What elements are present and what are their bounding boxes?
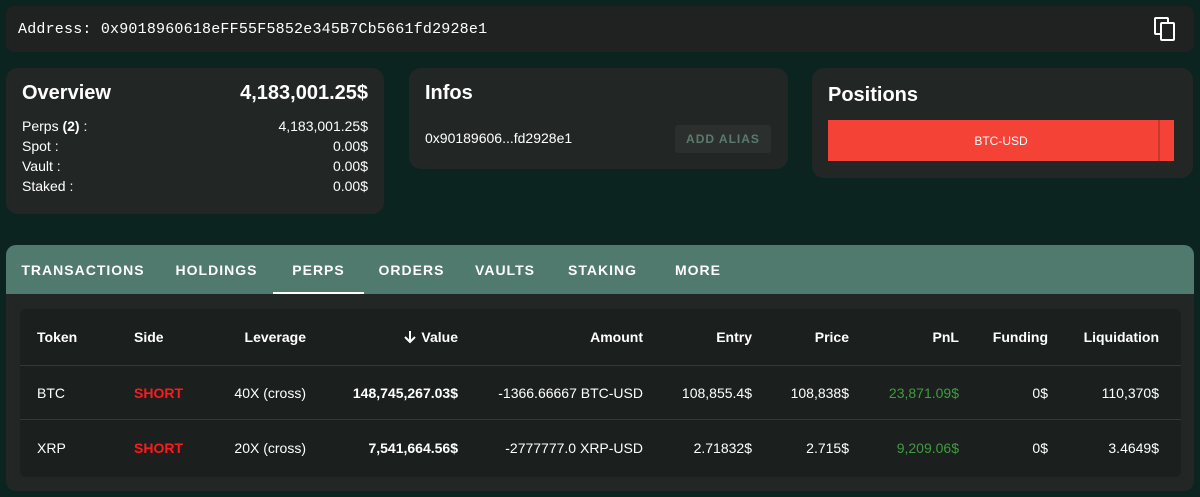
header-pnl[interactable]: PnL bbox=[860, 309, 959, 365]
table-row: BTC SHORT 40X (cross) 148,745,267.03$ -1… bbox=[20, 367, 1181, 420]
active-tab-indicator bbox=[273, 292, 364, 294]
overview-row-value: 0.00$ bbox=[332, 178, 368, 194]
cell-amount: -1366.66667 BTC-USD bbox=[498, 385, 643, 401]
cell-side: SHORT bbox=[134, 439, 183, 456]
tab-perps[interactable]: PERPS bbox=[273, 245, 364, 294]
tab-staking[interactable]: STAKING bbox=[551, 245, 654, 294]
overview-row-value: 4,183,001.25$ bbox=[278, 118, 368, 134]
overview-total: 4,183,001.25$ bbox=[240, 82, 368, 104]
short-address: 0x90189606...fd2928e1 bbox=[425, 130, 573, 146]
header-value-label: Value bbox=[421, 329, 458, 345]
perps-panel: TRANSACTIONS HOLDINGS PERPS ORDERS VAULT… bbox=[6, 245, 1194, 491]
overview-row-label: Vault : bbox=[22, 158, 61, 174]
header-token[interactable]: Token bbox=[37, 309, 77, 365]
overview-row-staked: Staked : 0.00$ bbox=[22, 178, 368, 198]
cell-entry: 2.71832$ bbox=[693, 439, 752, 456]
positions-table: Token Side Leverage Value Amount Entry P… bbox=[20, 309, 1181, 477]
cell-amount: -2777777.0 XRP-USD bbox=[505, 439, 643, 456]
cell-funding: 0$ bbox=[1032, 385, 1048, 401]
tab-holdings[interactable]: HOLDINGS bbox=[160, 245, 273, 294]
cell-leverage: 40X (cross) bbox=[234, 385, 306, 401]
overview-row-vault: Vault : 0.00$ bbox=[22, 158, 368, 178]
cell-leverage: 20X (cross) bbox=[234, 439, 306, 456]
infos-title: Infos bbox=[425, 82, 473, 104]
cell-value: 148,745,267.03$ bbox=[352, 385, 458, 401]
header-leverage[interactable]: Leverage bbox=[210, 309, 306, 365]
table-header-row: Token Side Leverage Value Amount Entry P… bbox=[20, 309, 1181, 366]
cell-pnl: 23,871.09$ bbox=[888, 385, 959, 401]
header-price[interactable]: Price bbox=[760, 309, 849, 365]
cell-price: 108,838$ bbox=[790, 385, 849, 401]
header-side[interactable]: Side bbox=[134, 309, 164, 365]
arrow-down-icon bbox=[403, 330, 417, 344]
cell-token: XRP bbox=[37, 439, 66, 456]
infos-card: Infos 0x90189606...fd2928e1 ADD ALIAS bbox=[409, 68, 788, 169]
cell-price: 2.715$ bbox=[806, 439, 849, 456]
cell-value: 7,541,664.56$ bbox=[368, 439, 458, 456]
overview-row-spot: Spot : 0.00$ bbox=[22, 138, 368, 158]
address-bar: Address: 0x9018960618eFF55F5852e345B7Cb5… bbox=[6, 6, 1194, 52]
position-bar-divider bbox=[1158, 120, 1160, 161]
position-bar-label: BTC-USD bbox=[974, 133, 1028, 148]
add-alias-button[interactable]: ADD ALIAS bbox=[675, 125, 771, 153]
positions-title: Positions bbox=[828, 84, 919, 106]
header-amount[interactable]: Amount bbox=[490, 309, 643, 365]
cell-funding: 0$ bbox=[1032, 439, 1048, 456]
overview-card: Overview 4,183,001.25$ Perps (2) : 4,183… bbox=[6, 68, 384, 214]
overview-row-perps: Perps (2) : 4,183,001.25$ bbox=[22, 118, 368, 138]
cell-pnl: 9,209.06$ bbox=[896, 439, 959, 456]
overview-row-label: Staked : bbox=[22, 178, 74, 194]
tab-more[interactable]: MORE bbox=[654, 245, 742, 294]
header-value[interactable]: Value bbox=[350, 309, 458, 365]
header-entry[interactable]: Entry bbox=[660, 309, 752, 365]
header-liquidation[interactable]: Liquidation bbox=[1060, 309, 1159, 365]
table-row: XRP SHORT 20X (cross) 7,541,664.56$ -277… bbox=[20, 421, 1181, 474]
tab-transactions[interactable]: TRANSACTIONS bbox=[6, 245, 160, 294]
cell-liquidation: 3.4649$ bbox=[1108, 439, 1159, 456]
cell-liquidation: 110,370$ bbox=[1101, 385, 1159, 401]
tab-bar: TRANSACTIONS HOLDINGS PERPS ORDERS VAULT… bbox=[6, 245, 1194, 294]
position-bar-btc-usd[interactable]: BTC-USD bbox=[828, 120, 1174, 161]
overview-row-value: 0.00$ bbox=[332, 158, 368, 174]
overview-title: Overview bbox=[22, 82, 111, 104]
tab-orders[interactable]: ORDERS bbox=[364, 245, 459, 294]
copy-icon[interactable] bbox=[1154, 17, 1176, 41]
overview-row-value: 0.00$ bbox=[332, 138, 368, 154]
tab-vaults[interactable]: VAULTS bbox=[459, 245, 551, 294]
overview-row-label: Perps (2) : bbox=[22, 118, 88, 134]
cell-entry: 108,855.4$ bbox=[681, 385, 752, 401]
overview-row-label: Spot : bbox=[22, 138, 59, 154]
header-funding[interactable]: Funding bbox=[970, 309, 1048, 365]
cell-side: SHORT bbox=[134, 385, 183, 401]
wallet-address: Address: 0x9018960618eFF55F5852e345B7Cb5… bbox=[18, 20, 488, 38]
positions-card: Positions BTC-USD bbox=[812, 68, 1193, 178]
cell-token: BTC bbox=[37, 385, 65, 401]
